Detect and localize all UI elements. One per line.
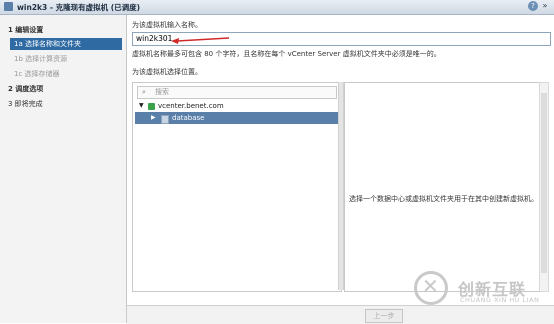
step-select-name-folder[interactable]: 1a 选择名称和文件夹 <box>10 38 122 50</box>
search-placeholder: 搜索 <box>155 88 169 96</box>
tree-node-label: database <box>172 114 205 122</box>
previous-button[interactable]: 上一步 <box>365 309 403 323</box>
vm-icon <box>4 2 13 11</box>
info-panel: 选择一个数据中心或虚拟机文件夹用于在其中创建新虚拟机。 <box>344 82 540 292</box>
search-icon: ⌕ <box>142 88 146 96</box>
annotation-arrow <box>171 37 230 44</box>
datacenter-icon <box>148 103 155 110</box>
step-select-storage[interactable]: 1c 选择存储器 <box>14 69 60 79</box>
watermark-logo: ✕ 创新互联 CHUANG XIN HU LIAN <box>406 266 552 314</box>
watermark-subtext: CHUANG XIN HU LIAN <box>460 296 540 304</box>
window-title: win2k3 - 克隆现有虚拟机 (已调度) <box>17 3 141 12</box>
folder-icon <box>161 115 169 124</box>
step-schedule-options[interactable]: 2 调度选项 <box>8 84 43 94</box>
help-icon[interactable]: ? <box>528 1 538 11</box>
vertical-scrollbar[interactable] <box>539 82 549 292</box>
step-edit-settings[interactable]: 1 编辑设置 <box>8 25 43 35</box>
collapse-icon[interactable]: ▶ <box>151 112 156 124</box>
tree-node-database[interactable]: ▶ database <box>135 112 339 124</box>
expand-icon[interactable]: ▼ <box>139 100 144 112</box>
wizard-content: 为该虚拟机输入名称。 win2k301 虚拟机名称最多可包含 80 个字符，且名… <box>127 15 554 305</box>
wizard-steps-panel: 1 编辑设置 1a 选择名称和文件夹 1b 选择计算资源 1c 选择存储器 2 … <box>0 15 127 323</box>
scrollbar-thumb[interactable] <box>541 93 547 273</box>
close-icon[interactable]: » <box>540 1 550 11</box>
window-titlebar: win2k3 - 克隆现有虚拟机 (已调度) ? » <box>0 0 554 15</box>
info-message: 选择一个数据中心或虚拟机文件夹用于在其中创建新虚拟机。 <box>349 195 538 203</box>
location-tree: ⌕ 搜索 ▼ vcenter.benet.com ▶ database <box>132 82 342 292</box>
tree-node-vcenter[interactable]: ▼ vcenter.benet.com <box>137 100 335 112</box>
name-hint: 虚拟机名称最多可包含 80 个字符，且名称在每个 vCenter Server … <box>132 50 441 58</box>
tree-node-label: vcenter.benet.com <box>158 102 224 110</box>
step-ready-to-complete[interactable]: 3 即将完成 <box>8 99 43 109</box>
logo-mark-icon: ✕ <box>422 274 439 298</box>
tree-search-input[interactable]: ⌕ 搜索 <box>137 86 337 99</box>
name-label: 为该虚拟机输入名称。 <box>132 21 202 29</box>
step-select-compute-resource[interactable]: 1b 选择计算资源 <box>14 54 67 64</box>
location-label: 为该虚拟机选择位置。 <box>132 68 202 76</box>
